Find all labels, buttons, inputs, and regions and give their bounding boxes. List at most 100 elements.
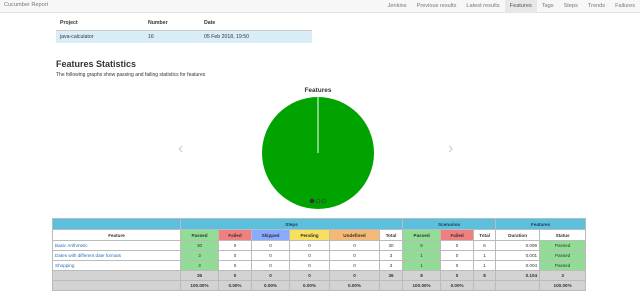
feature-link[interactable]: Dates with different date formats [55,253,121,258]
col-steps-undefined[interactable]: Undefined [329,229,380,241]
brand-link[interactable]: Cucumber Report [4,2,48,8]
nav-menu: Jenkins Previous results Latest results … [383,0,640,13]
features-group-header: Features [495,218,587,230]
total-status: 3 [539,270,587,281]
status-cell: Passed [539,250,587,261]
steps-undefined-cell: 0 [329,240,380,251]
navbar: Cucumber Report Jenkins Previous results… [0,0,640,13]
total-scenarios-total: 8 [473,270,497,281]
table-row: Basic Arithmetic 30 0 0 0 0 30 6 0 6 0.0… [52,240,587,251]
steps-skipped-cell: 0 [251,260,290,271]
scenarios-passed-cell: 1 [402,250,442,261]
steps-undefined-cell: 0 [329,260,380,271]
col-scenarios-passed[interactable]: Passed [402,229,442,241]
pie-slices [262,97,374,209]
col-scenarios-total[interactable]: Total [473,229,497,241]
project-name: java-calculator [56,29,144,43]
steps-total-cell: 30 [378,240,404,251]
features-pie-chart [262,97,374,209]
nav-steps[interactable]: Steps [559,0,583,13]
steps-skipped-cell: 0 [251,250,290,261]
scenarios-failed-cell: 0 [440,260,475,271]
project-header: Project [56,17,144,31]
pct-status: 100.00% [539,280,587,291]
carousel-next-icon[interactable]: › [448,140,453,158]
total-duration: 0.104 [495,270,541,281]
total-steps-skipped: 0 [251,270,290,281]
scenarios-total-cell: 1 [473,250,497,261]
scenarios-passed-cell: 6 [402,240,442,251]
pct-steps-failed: 0.00% [218,280,252,291]
carousel-indicator-dot[interactable] [309,198,315,204]
page-title: Features Statistics [56,59,137,69]
steps-pending-cell: 0 [289,250,330,261]
steps-total-cell: 3 [378,250,404,261]
feature-link[interactable]: Shopping [55,263,74,268]
nav-features[interactable]: Features [504,0,537,13]
col-steps-pending[interactable]: Pending [289,229,330,241]
nav-jenkins[interactable]: Jenkins [383,0,412,13]
duration-cell: 0.099 [495,240,541,251]
steps-pending-cell: 0 [289,260,330,271]
feature-link[interactable]: Basic Arithmetic [55,243,88,248]
scenarios-passed-cell: 1 [402,260,442,271]
steps-failed-cell: 0 [218,260,252,271]
nav-previous-results[interactable]: Previous results [412,0,462,13]
percent-label-cell [52,280,181,291]
percent-row: 100.00% 0.00% 0.00% 0.00% 0.00% 100.00% … [52,280,587,291]
blank-group-header [52,218,181,230]
nav-tags[interactable]: Tags [537,0,559,13]
total-steps-passed: 36 [180,270,219,281]
chart-title: Features [304,87,332,94]
pct-steps-undefined: 0.00% [329,280,380,291]
steps-pending-cell: 0 [289,240,330,251]
page-subtitle: The following graphs show passing and fa… [56,72,206,78]
pct-scenarios-failed: 0.00% [440,280,475,291]
col-feature[interactable]: Feature [52,229,181,241]
col-steps-total[interactable]: Total [378,229,404,241]
steps-group-header: Steps [179,218,404,230]
total-scenarios-passed: 8 [402,270,442,281]
steps-skipped-cell: 0 [251,240,290,251]
scenarios-total-cell: 1 [473,260,497,271]
carousel-prev-icon[interactable]: ‹ [178,140,183,158]
steps-failed-cell: 0 [218,250,252,261]
number-header: Number [144,17,200,31]
total-scenarios-failed: 0 [440,270,475,281]
pct-steps-passed: 100.00% [180,280,219,291]
totals-row: 36 0 0 0 0 36 8 0 8 0.104 3 [52,270,587,281]
steps-undefined-cell: 0 [329,250,380,261]
col-duration[interactable]: Duration [495,229,541,241]
feature-statistics-table: Steps Scenarios Features Feature Passed … [52,218,587,291]
project-info-table: Project Number Date java-calculator 16 0… [56,17,312,43]
steps-failed-cell: 0 [218,240,252,251]
table-row: Shopping 3 0 0 0 0 3 1 0 1 0.004 Passed [52,260,587,271]
col-steps-skipped[interactable]: Skipped [251,229,290,241]
steps-passed-cell: 3 [180,260,219,271]
nav-trends[interactable]: Trends [583,0,610,13]
nav-failures[interactable]: Failures [610,0,640,13]
duration-cell: 0.001 [495,250,541,261]
total-steps-undefined: 0 [329,270,380,281]
pct-duration [495,280,541,291]
build-number: 16 [144,29,200,43]
col-steps-failed[interactable]: Failed [218,229,252,241]
col-steps-passed[interactable]: Passed [180,229,219,241]
pct-steps-pending: 0.00% [289,280,330,291]
build-date: 05 Feb 2018, 19:50 [200,29,312,43]
date-header: Date [200,17,312,31]
scenarios-total-cell: 6 [473,240,497,251]
scenarios-group-header: Scenarios [402,218,497,230]
scenarios-failed-cell: 0 [440,240,475,251]
steps-passed-cell: 30 [180,240,219,251]
steps-passed-cell: 3 [180,250,219,261]
pct-scenarios-passed: 100.00% [402,280,442,291]
col-status[interactable]: Status [539,229,587,241]
total-steps-pending: 0 [289,270,330,281]
status-cell: Passed [539,260,587,271]
col-scenarios-failed[interactable]: Failed [440,229,475,241]
pct-steps-total [378,280,404,291]
nav-latest-results[interactable]: Latest results [461,0,504,13]
total-steps-total: 36 [378,270,404,281]
steps-total-cell: 3 [378,260,404,271]
